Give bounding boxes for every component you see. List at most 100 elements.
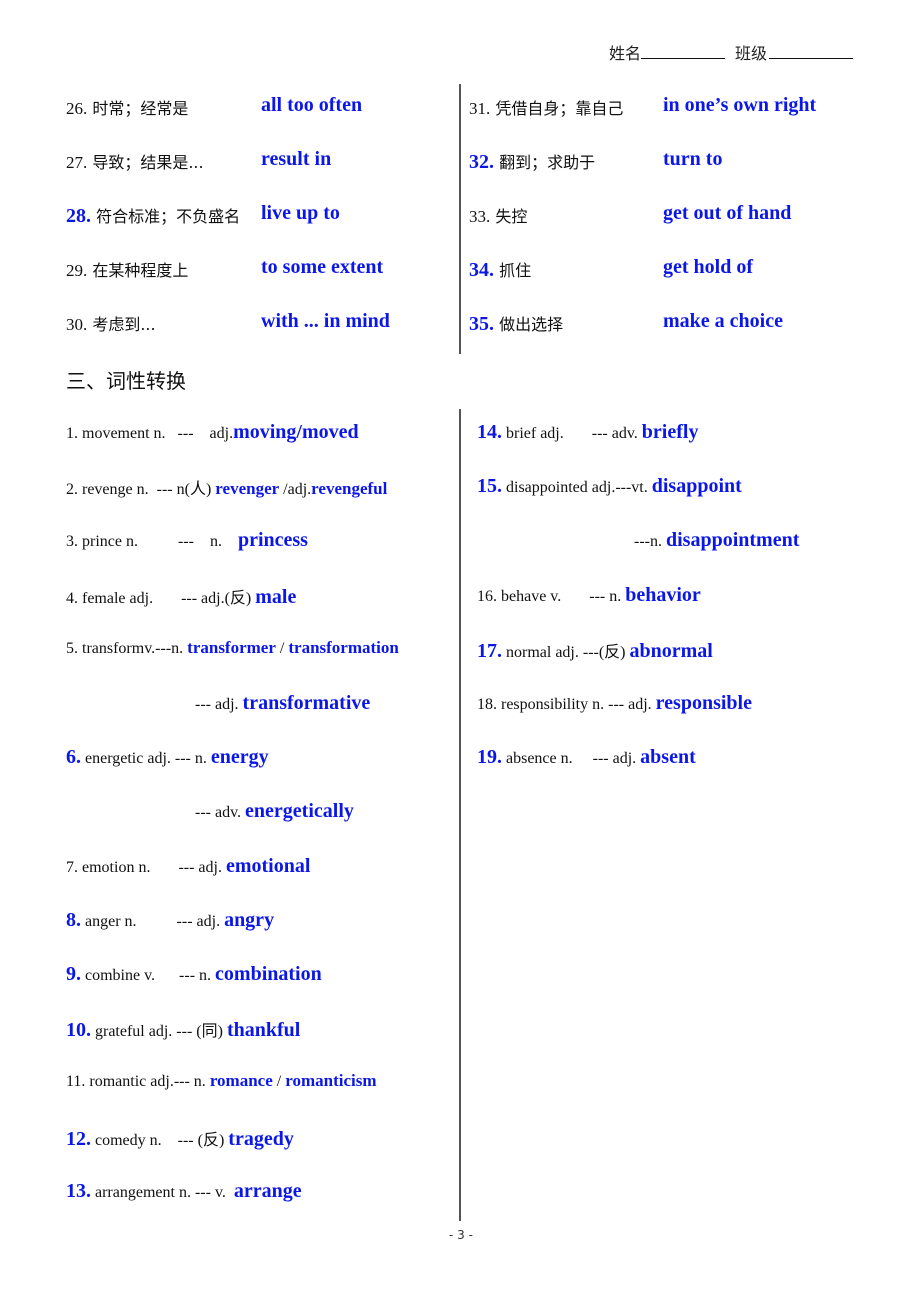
conversion-number: 7. <box>66 858 78 876</box>
conversion-separator: /adj. <box>279 481 312 499</box>
name-label: 姓名 <box>609 44 642 63</box>
conversion-number: 8. <box>66 908 81 931</box>
conversion-base: revenge n. --- n(人) <box>82 481 216 499</box>
phrase-english: get out of hand <box>663 202 792 224</box>
conversion-answer: absent <box>640 746 696 769</box>
conversion-number: 14. <box>477 421 502 443</box>
conversion-base: disappointed adj.---vt. <box>506 479 652 497</box>
conversion-base: movement n. --- adj. <box>82 425 234 442</box>
conversion-base: energetic adj. --- n. <box>85 750 211 768</box>
conversion-row: 19. absence n. --- adj. absent <box>477 746 696 769</box>
conversion-number: 2. <box>66 481 78 499</box>
conversion-answer: romance <box>209 1071 273 1091</box>
phrase-english: in one’s own right <box>663 94 817 116</box>
phrase-english: to some extent <box>261 256 384 278</box>
conversion-base: female adj. --- adj.(反) <box>82 589 256 607</box>
class-label: 班级 <box>735 44 768 63</box>
phrase-english: with ... in mind <box>261 310 390 332</box>
conversion-answer: male <box>255 585 297 608</box>
phrase-chinese: 符合标准；不负盛名 <box>91 207 241 226</box>
phrase-chinese: 凭借自身；靠自己 <box>490 99 624 118</box>
conversion-number: 4. <box>66 589 78 607</box>
conversion-number: 1. <box>66 425 78 442</box>
conversion-answer: transformer <box>187 637 276 657</box>
phrase-english: turn to <box>663 148 723 170</box>
section-title: 三、词性转换 <box>66 369 186 393</box>
conversion-row: 7. emotion n. --- adj. emotional <box>66 855 310 878</box>
conversion-row: 4. female adj. --- adj.(反) male <box>66 584 296 609</box>
phrase-chinese: 时常；经常是 <box>87 99 189 118</box>
phrase-chinese: 导致；结果是... <box>87 153 204 172</box>
conversion-number: 15. <box>477 475 502 498</box>
phrase-chinese: 在某种程度上 <box>87 261 189 280</box>
conversion-number: 5. <box>66 639 78 657</box>
conversion-base: normal adj. ---(反) <box>506 643 630 661</box>
phrase-number: 30. <box>66 315 88 334</box>
conversion-answer: disappoint <box>651 475 742 498</box>
conversion-base: romantic adj.--- n. <box>89 1073 210 1091</box>
phrase-chinese: 做出选择 <box>494 315 564 334</box>
conversion-row: 9. combine v. --- n. combination <box>66 963 322 986</box>
conversion-row: 13. arrangement n. --- v. arrange <box>66 1180 302 1203</box>
conversion-row: 16. behave v. --- n. behavior <box>477 584 701 607</box>
phrase-english: live up to <box>261 202 340 224</box>
phrase-chinese: 抓住 <box>494 261 532 280</box>
conversion-base: responsibility n. --- adj. <box>501 696 656 713</box>
conversion-answer: abnormal <box>629 639 713 662</box>
conversion-row: 10. grateful adj. --- (同) thankful <box>66 1017 300 1042</box>
conversion-number: 10. <box>66 1019 91 1042</box>
conversion-row: ---n. disappointment <box>634 529 799 552</box>
conversion-base: --- adj. <box>195 696 243 713</box>
conversion-answer: energetically <box>245 800 354 823</box>
conversion-row: 14. brief adj. --- adv. briefly <box>477 421 698 444</box>
conversion-row: 12. comedy n. --- (反) tragedy <box>66 1126 294 1151</box>
conversion-number: 9. <box>66 963 81 985</box>
conversion-number: 19. <box>477 746 502 769</box>
conversion-number: 6. <box>66 746 81 769</box>
phrase-number: 29. <box>66 261 88 280</box>
conversion-base: --- adv. <box>195 804 246 822</box>
conversion-row: 3. prince n. --- n. princess <box>66 529 308 552</box>
conversion-answer: behavior <box>625 583 701 606</box>
conversion-answer: arrange <box>233 1179 302 1202</box>
phrase-number: 32. <box>469 151 494 173</box>
conversion-row: 11. romantic adj.--- n. romance / romant… <box>66 1071 377 1091</box>
conversion-base: comedy n. --- (反) <box>95 1131 229 1149</box>
conversion-base: absence n. --- adj. <box>506 750 641 768</box>
conversion-base: behave v. --- n. <box>501 587 626 605</box>
student-info-header: 姓名 班级 <box>609 40 854 64</box>
conversion-row: 2. revenge n. --- n(人) revenger /adj.rev… <box>66 475 387 499</box>
conversion-answer: revenger <box>215 479 280 499</box>
conversion-row: 8. anger n. --- adj. angry <box>66 909 274 932</box>
conversion-number: 18. <box>477 696 497 713</box>
conversion-answer-alt: romanticism <box>285 1071 377 1091</box>
conversion-number: 17. <box>477 639 502 662</box>
conversion-answer: energy <box>210 746 269 769</box>
column-divider-bottom <box>459 409 461 1221</box>
conversion-row: 18. responsibility n. --- adj. responsib… <box>477 692 752 715</box>
conversion-answer-alt: revengeful <box>311 479 388 499</box>
phrase-chinese: 翻到；求助于 <box>494 153 596 172</box>
phrase-english: get hold of <box>663 256 753 278</box>
phrase-english: all too often <box>261 94 363 116</box>
conversion-separator: / <box>272 1073 286 1091</box>
conversion-answer: princess <box>237 529 308 552</box>
conversion-base: arrangement n. --- v. <box>95 1183 234 1201</box>
phrase-english: make a choice <box>663 310 783 332</box>
conversion-number: 16. <box>477 587 497 605</box>
conversion-answer: transformative <box>242 692 371 714</box>
phrase-number: 27. <box>66 153 88 172</box>
conversion-answer: emotional <box>225 854 311 877</box>
phrase-number: 26. <box>66 99 88 118</box>
phrase-number: 34. <box>469 259 494 281</box>
conversion-base: combine v. --- n. <box>85 967 216 984</box>
conversion-base: emotion n. --- adj. <box>82 858 226 876</box>
conversion-row: 15. disappointed adj.---vt. disappoint <box>477 475 742 498</box>
conversion-row: 5. transformv.---n. transformer / transf… <box>66 638 399 658</box>
conversion-answer-alt: transformation <box>288 637 399 657</box>
phrase-number: 33. <box>469 207 491 226</box>
phrase-number: 31. <box>469 99 491 118</box>
phrase-number: 28. <box>66 205 91 227</box>
conversion-row: 17. normal adj. ---(反) abnormal <box>477 638 713 663</box>
conversion-answer: disappointment <box>665 529 800 552</box>
